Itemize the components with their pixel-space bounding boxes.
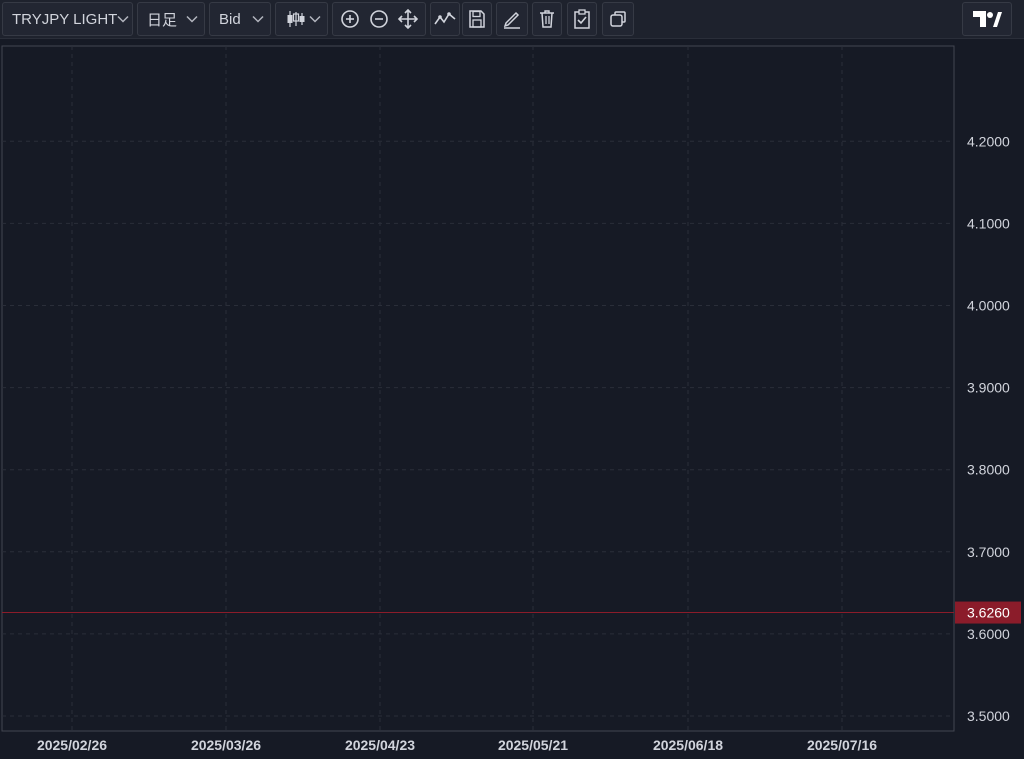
y-tick-label: 3.9000 bbox=[967, 380, 1010, 396]
y-tick-label: 3.8000 bbox=[967, 462, 1010, 478]
y-tick-label: 4.1000 bbox=[967, 215, 1010, 231]
x-tick-label: 2025/06/18 bbox=[653, 737, 723, 753]
x-tick-label: 2025/03/26 bbox=[191, 737, 261, 753]
plot-area[interactable] bbox=[1, 45, 955, 732]
y-tick-label: 3.7000 bbox=[967, 544, 1010, 560]
current-price-label: 3.6260 bbox=[967, 605, 1010, 621]
price-chart[interactable]: 2025/02/26 2025/03/26 2025/04/23 2025/05/21… bbox=[0, 0, 1024, 759]
x-tick-label: 2025/04/23 bbox=[345, 737, 415, 753]
x-tick-label: 2025/02/26 bbox=[37, 737, 107, 753]
y-tick-label: 3.6000 bbox=[967, 626, 1010, 642]
x-tick-label: 2025/07/16 bbox=[807, 737, 877, 753]
y-tick-label: 3.5000 bbox=[967, 708, 1010, 724]
y-tick-label: 4.2000 bbox=[967, 133, 1010, 149]
y-tick-label: 4.0000 bbox=[967, 298, 1010, 314]
x-tick-label: 2025/05/21 bbox=[498, 737, 568, 753]
